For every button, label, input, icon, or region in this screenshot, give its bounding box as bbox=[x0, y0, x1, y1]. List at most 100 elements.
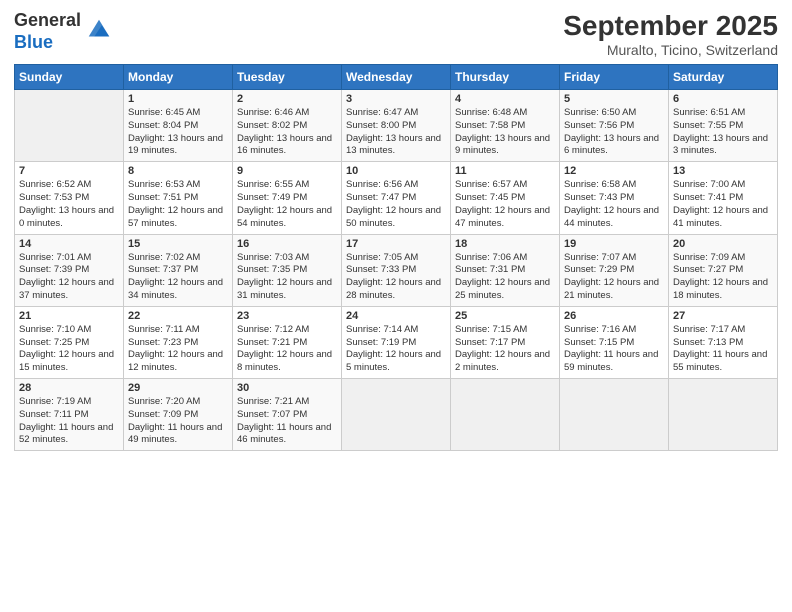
cell-info: Sunrise: 7:20 AMSunset: 7:09 PMDaylight:… bbox=[128, 396, 228, 447]
cell-info: Sunrise: 7:02 AMSunset: 7:37 PMDaylight:… bbox=[128, 252, 228, 303]
calendar-week-3: 14 Sunrise: 7:01 AMSunset: 7:39 PMDayligh… bbox=[15, 234, 778, 306]
title-block: September 2025 Muralto, Ticino, Switzerl… bbox=[563, 10, 778, 58]
table-row: 4Sunrise: 6:48 AMSunset: 7:58 PMDaylight… bbox=[451, 90, 560, 162]
col-wednesday: Wednesday bbox=[342, 65, 451, 90]
day-number: 10 bbox=[346, 165, 446, 177]
cell-info: Sunrise: 7:03 AMSunset: 7:35 PMDaylight:… bbox=[237, 252, 337, 303]
col-thursday: Thursday bbox=[451, 65, 560, 90]
table-row: 9Sunrise: 6:55 AMSunset: 7:49 PMDaylight… bbox=[233, 162, 342, 234]
table-row: 21 Sunrise: 7:10 AMSunset: 7:25 PMDayligh… bbox=[15, 306, 124, 378]
col-saturday: Saturday bbox=[669, 65, 778, 90]
cell-info: Sunrise: 7:10 AMSunset: 7:25 PMDaylight:… bbox=[19, 324, 119, 375]
cell-info: Sunrise: 6:45 AMSunset: 8:04 PMDaylight:… bbox=[128, 107, 228, 158]
table-row: 26 Sunrise: 7:16 AMSunset: 7:15 PMDayligh… bbox=[560, 306, 669, 378]
day-number: 5 bbox=[564, 93, 664, 105]
cell-info: Sunrise: 7:05 AMSunset: 7:33 PMDaylight:… bbox=[346, 252, 446, 303]
col-monday: Monday bbox=[124, 65, 233, 90]
cell-info: Sunrise: 7:14 AMSunset: 7:19 PMDaylight:… bbox=[346, 324, 446, 375]
table-row: 3 Sunrise: 6:47 AMSunset: 8:00 PMDaylight… bbox=[342, 90, 451, 162]
day-number: 29 bbox=[128, 382, 228, 394]
col-friday: Friday bbox=[560, 65, 669, 90]
table-row: 25Sunrise: 7:15 AMSunset: 7:17 PMDayligh… bbox=[451, 306, 560, 378]
cell-info: Sunrise: 7:07 AMSunset: 7:29 PMDaylight:… bbox=[564, 252, 664, 303]
logo-blue: Blue bbox=[14, 32, 81, 54]
cell-info: Sunrise: 7:17 AMSunset: 7:13 PMDaylight:… bbox=[673, 324, 773, 375]
table-row: 19Sunrise: 7:07 AMSunset: 7:29 PMDayligh… bbox=[560, 234, 669, 306]
table-row bbox=[560, 379, 669, 451]
cell-info: Sunrise: 7:06 AMSunset: 7:31 PMDaylight:… bbox=[455, 252, 555, 303]
calendar-week-4: 21 Sunrise: 7:10 AMSunset: 7:25 PMDayligh… bbox=[15, 306, 778, 378]
day-number: 22 bbox=[128, 310, 228, 322]
cell-info: Sunrise: 6:51 AMSunset: 7:55 PMDaylight:… bbox=[673, 107, 773, 158]
day-number: 15 bbox=[128, 238, 228, 250]
cell-info: Sunrise: 6:58 AMSunset: 7:43 PMDaylight:… bbox=[564, 179, 664, 230]
calendar-week-5: 28 Sunrise: 7:19 AMSunset: 7:11 PMDayligh… bbox=[15, 379, 778, 451]
table-row: 5Sunrise: 6:50 AMSunset: 7:56 PMDaylight… bbox=[560, 90, 669, 162]
cell-info: Sunrise: 6:52 AMSunset: 7:53 PMDaylight:… bbox=[19, 179, 119, 230]
cell-info: Sunrise: 6:56 AMSunset: 7:47 PMDaylight:… bbox=[346, 179, 446, 230]
day-number: 30 bbox=[237, 382, 337, 394]
col-sunday: Sunday bbox=[15, 65, 124, 90]
calendar-week-1: 1 Sunrise: 6:45 AMSunset: 8:04 PMDaylight… bbox=[15, 90, 778, 162]
cell-info: Sunrise: 7:16 AMSunset: 7:15 PMDaylight:… bbox=[564, 324, 664, 375]
table-row: 23Sunrise: 7:12 AMSunset: 7:21 PMDayligh… bbox=[233, 306, 342, 378]
table-row: 20 Sunrise: 7:09 AMSunset: 7:27 PMDayligh… bbox=[669, 234, 778, 306]
table-row: 7 Sunrise: 6:52 AMSunset: 7:53 PMDaylight… bbox=[15, 162, 124, 234]
table-row: 17 Sunrise: 7:05 AMSunset: 7:33 PMDayligh… bbox=[342, 234, 451, 306]
table-row bbox=[669, 379, 778, 451]
table-row: 8Sunrise: 6:53 AMSunset: 7:51 PMDaylight… bbox=[124, 162, 233, 234]
logo-general: General bbox=[14, 10, 81, 32]
table-row: 6 Sunrise: 6:51 AMSunset: 7:55 PMDaylight… bbox=[669, 90, 778, 162]
header: General Blue September 2025 Muralto, Tic… bbox=[14, 10, 778, 58]
table-row: 14 Sunrise: 7:01 AMSunset: 7:39 PMDayligh… bbox=[15, 234, 124, 306]
day-number: 24 bbox=[346, 310, 446, 322]
day-number: 7 bbox=[19, 165, 119, 177]
day-number: 23 bbox=[237, 310, 337, 322]
table-row: 16 Sunrise: 7:03 AMSunset: 7:35 PMDayligh… bbox=[233, 234, 342, 306]
cell-info: Sunrise: 7:21 AMSunset: 7:07 PMDaylight:… bbox=[237, 396, 337, 447]
table-row: 1 Sunrise: 6:45 AMSunset: 8:04 PMDaylight… bbox=[124, 90, 233, 162]
day-number: 14 bbox=[19, 238, 119, 250]
table-row: 12Sunrise: 6:58 AMSunset: 7:43 PMDayligh… bbox=[560, 162, 669, 234]
cell-info: Sunrise: 7:00 AMSunset: 7:41 PMDaylight:… bbox=[673, 179, 773, 230]
day-number: 16 bbox=[237, 238, 337, 250]
cell-info: Sunrise: 7:01 AMSunset: 7:39 PMDaylight:… bbox=[19, 252, 119, 303]
day-number: 18 bbox=[455, 238, 555, 250]
day-number: 27 bbox=[673, 310, 773, 322]
logo-text: General Blue bbox=[14, 10, 81, 53]
table-row: 22Sunrise: 7:11 AMSunset: 7:23 PMDayligh… bbox=[124, 306, 233, 378]
day-number: 20 bbox=[673, 238, 773, 250]
cell-info: Sunrise: 7:19 AMSunset: 7:11 PMDaylight:… bbox=[19, 396, 119, 447]
cell-info: Sunrise: 7:09 AMSunset: 7:27 PMDaylight:… bbox=[673, 252, 773, 303]
logo-icon bbox=[85, 16, 113, 44]
table-row: 15 Sunrise: 7:02 AMSunset: 7:37 PMDayligh… bbox=[124, 234, 233, 306]
day-number: 8 bbox=[128, 165, 228, 177]
table-row bbox=[342, 379, 451, 451]
cell-info: Sunrise: 6:57 AMSunset: 7:45 PMDaylight:… bbox=[455, 179, 555, 230]
day-number: 1 bbox=[128, 93, 228, 105]
day-number: 21 bbox=[19, 310, 119, 322]
table-row: 30 Sunrise: 7:21 AMSunset: 7:07 PMDayligh… bbox=[233, 379, 342, 451]
calendar-table: Sunday Monday Tuesday Wednesday Thursday… bbox=[14, 64, 778, 451]
day-number: 28 bbox=[19, 382, 119, 394]
day-number: 11 bbox=[455, 165, 555, 177]
day-number: 2 bbox=[237, 93, 337, 105]
day-number: 17 bbox=[346, 238, 446, 250]
day-number: 25 bbox=[455, 310, 555, 322]
table-row: 28 Sunrise: 7:19 AMSunset: 7:11 PMDayligh… bbox=[15, 379, 124, 451]
table-row: 2 Sunrise: 6:46 AMSunset: 8:02 PMDaylight… bbox=[233, 90, 342, 162]
table-row: 11 Sunrise: 6:57 AMSunset: 7:45 PMDayligh… bbox=[451, 162, 560, 234]
day-number: 6 bbox=[673, 93, 773, 105]
day-number: 26 bbox=[564, 310, 664, 322]
logo: General Blue bbox=[14, 10, 113, 53]
table-row: 18 Sunrise: 7:06 AMSunset: 7:31 PMDayligh… bbox=[451, 234, 560, 306]
location-subtitle: Muralto, Ticino, Switzerland bbox=[563, 42, 778, 58]
table-row: 13Sunrise: 7:00 AMSunset: 7:41 PMDayligh… bbox=[669, 162, 778, 234]
cell-info: Sunrise: 6:47 AMSunset: 8:00 PMDaylight:… bbox=[346, 107, 446, 158]
col-tuesday: Tuesday bbox=[233, 65, 342, 90]
page: General Blue September 2025 Muralto, Tic… bbox=[0, 0, 792, 612]
day-number: 3 bbox=[346, 93, 446, 105]
calendar-week-2: 7 Sunrise: 6:52 AMSunset: 7:53 PMDaylight… bbox=[15, 162, 778, 234]
table-row: 10 Sunrise: 6:56 AMSunset: 7:47 PMDayligh… bbox=[342, 162, 451, 234]
cell-info: Sunrise: 6:46 AMSunset: 8:02 PMDaylight:… bbox=[237, 107, 337, 158]
